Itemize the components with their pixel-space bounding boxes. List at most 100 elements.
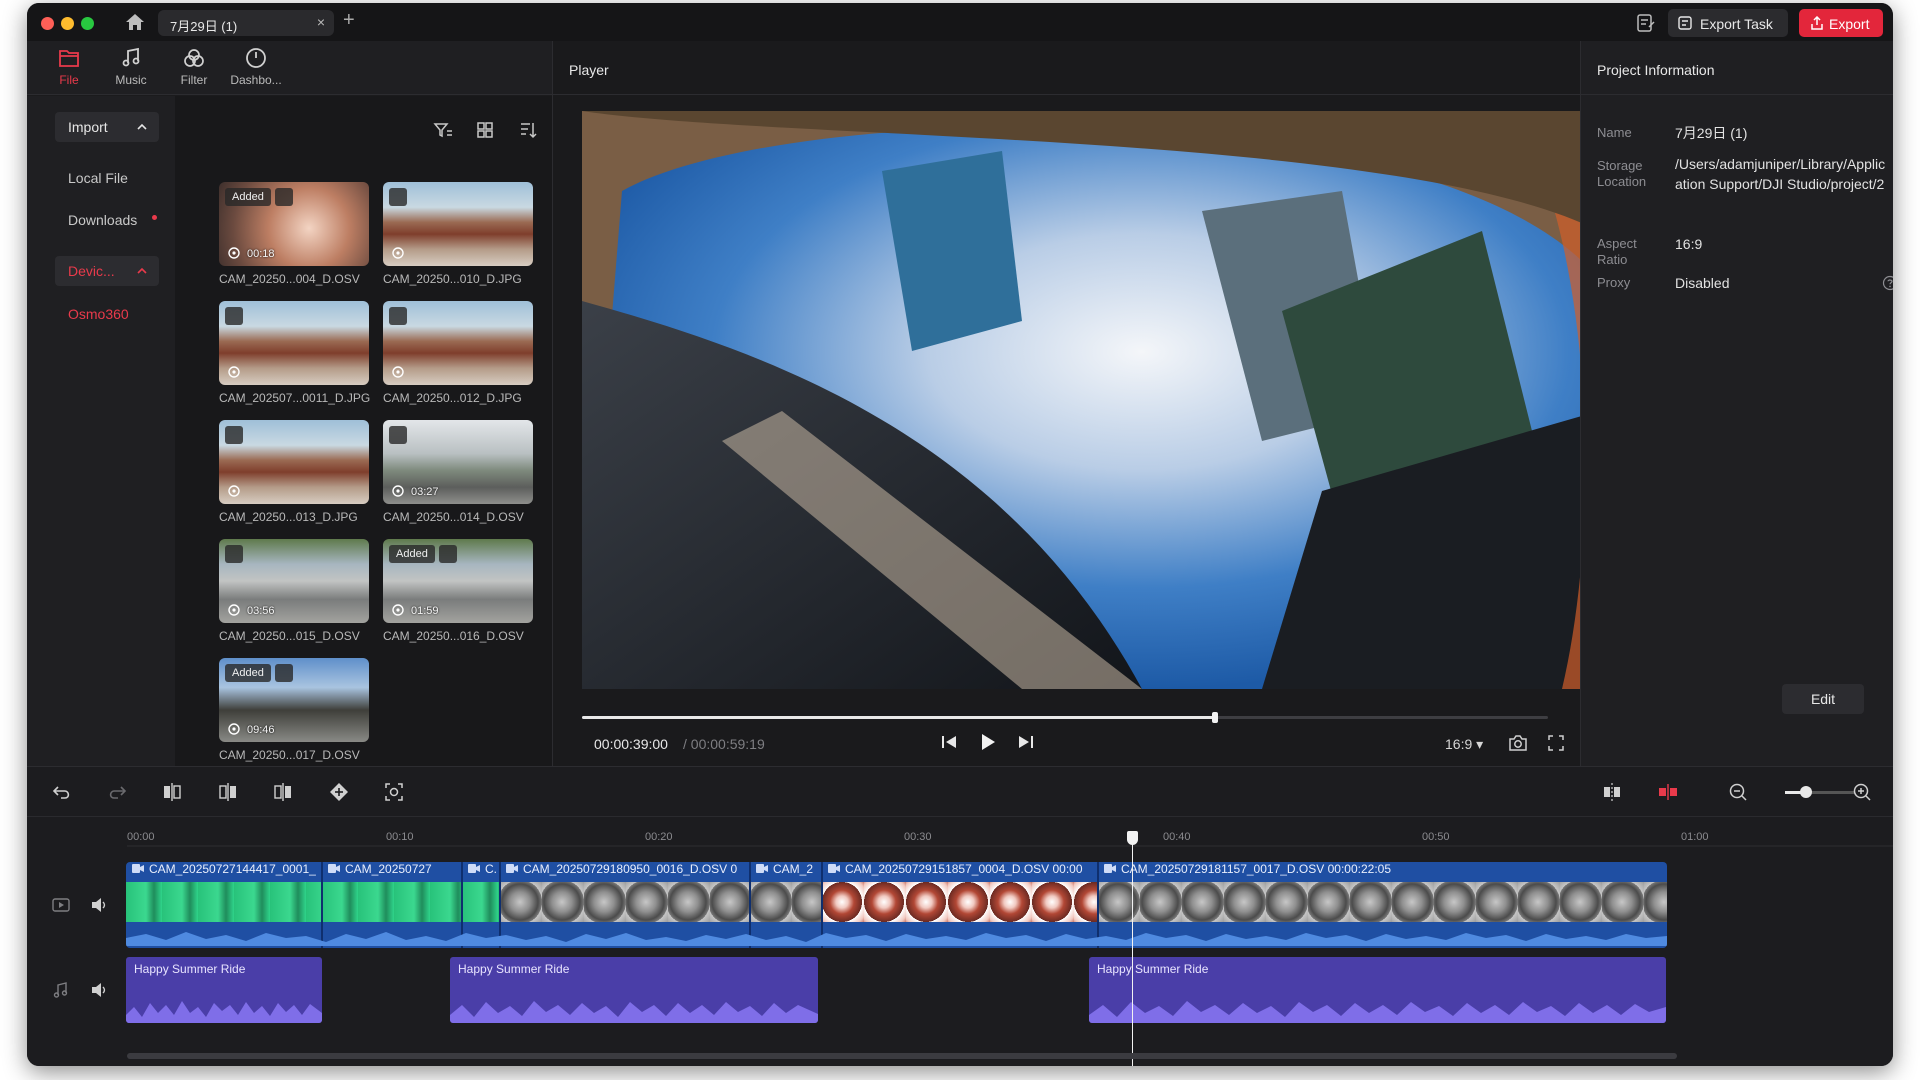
redo-icon[interactable]: [106, 781, 128, 803]
fullscreen-icon[interactable]: [1546, 733, 1566, 753]
speaker-icon[interactable]: [89, 980, 109, 1000]
audio-clip[interactable]: Happy Summer Ride: [1089, 957, 1666, 1023]
snap-icon[interactable]: [1601, 781, 1623, 803]
media-thumb[interactable]: Added 00:18: [219, 182, 369, 266]
notes-icon[interactable]: [1636, 14, 1656, 32]
timeline-horizontal-scrollbar[interactable]: [127, 1053, 1677, 1059]
download-icon[interactable]: [225, 307, 243, 325]
device-dropdown[interactable]: Devic...: [55, 256, 159, 286]
playback-scrubber[interactable]: [582, 712, 1548, 723]
sort-icon[interactable]: [518, 120, 538, 140]
new-tab-button[interactable]: +: [343, 9, 355, 31]
media-thumb[interactable]: [383, 182, 533, 266]
download-icon[interactable]: [275, 188, 293, 206]
clip-camera-icon: [828, 864, 840, 873]
video-preview[interactable]: [582, 111, 1599, 689]
download-icon[interactable]: [225, 426, 243, 444]
undo-icon[interactable]: [51, 781, 73, 803]
home-icon[interactable]: [124, 12, 146, 32]
filter-circles-icon: [184, 49, 204, 67]
ruler-tick: 00:40: [1163, 831, 1191, 843]
play-icon[interactable]: [976, 731, 998, 753]
download-icon[interactable]: [439, 545, 457, 563]
media-filename: CAM_20250...012_D.JPG: [383, 391, 522, 405]
help-icon[interactable]: [1882, 275, 1893, 291]
trim-end-icon[interactable]: [272, 781, 294, 803]
keyframe-icon[interactable]: [328, 781, 350, 803]
download-icon[interactable]: [225, 545, 243, 563]
nav-local-file[interactable]: Local File: [68, 170, 128, 186]
added-badge: Added: [225, 664, 271, 682]
media-thumb[interactable]: 03:27: [383, 420, 533, 504]
zoom-in-icon[interactable]: [1851, 781, 1873, 803]
download-icon[interactable]: [275, 664, 293, 682]
preview-frame-image: [582, 111, 1599, 689]
tab-dashboard[interactable]: Dashbo...: [226, 47, 286, 91]
zoom-slider-handle[interactable]: [1800, 786, 1812, 798]
export-button[interactable]: Export: [1799, 9, 1883, 37]
tab-music[interactable]: Music: [101, 47, 161, 91]
video-clip[interactable]: C.: [468, 862, 500, 882]
tab-close-icon[interactable]: ×: [317, 14, 325, 30]
import-dropdown[interactable]: Import: [55, 112, 159, 142]
link-clips-icon[interactable]: [1657, 781, 1679, 803]
edit-project-button[interactable]: Edit: [1782, 684, 1864, 714]
audio-clip[interactable]: Happy Summer Ride: [450, 957, 818, 1023]
download-icon[interactable]: [389, 307, 407, 325]
reframe-icon[interactable]: [383, 781, 405, 803]
download-icon[interactable]: [389, 426, 407, 444]
edit-project-label: Edit: [1810, 691, 1836, 707]
minimize-window-button[interactable]: [61, 17, 74, 30]
split-icon[interactable]: [217, 781, 239, 803]
audio-clip[interactable]: Happy Summer Ride: [126, 957, 322, 1023]
media-thumb[interactable]: 03:56: [219, 539, 369, 623]
scrubber-progress: [582, 716, 1215, 719]
trim-start-icon[interactable]: [161, 781, 183, 803]
timeline-ruler[interactable]: 00:00 00:10 00:20 00:30 00:40 00:50 01:0…: [127, 821, 1893, 851]
tab-file[interactable]: File: [39, 47, 99, 91]
close-window-button[interactable]: [41, 17, 54, 30]
video-clip[interactable]: CAM_20250727: [328, 862, 462, 882]
device-osmo360[interactable]: Osmo360: [68, 306, 129, 322]
skip-forward-icon[interactable]: [1015, 731, 1037, 753]
aspect-ratio-select[interactable]: 16:9 ▾: [1445, 736, 1483, 753]
download-icon[interactable]: [389, 188, 407, 206]
scrubber-handle[interactable]: [1211, 712, 1218, 723]
zoom-out-icon[interactable]: [1727, 781, 1749, 803]
skip-back-icon[interactable]: [938, 731, 960, 753]
app-window: 7月29日 (1) × + Export Task Export File Mu…: [27, 3, 1893, 1066]
ruler-tick: 00:00: [127, 831, 155, 843]
video-track[interactable]: CAM_20250727144417_0001_ CAM_20250727 C.…: [126, 862, 1667, 948]
video-clip[interactable]: CAM_20250729180950_0016_D.OSV 0: [506, 862, 750, 882]
ruler-tick: 01:00: [1681, 831, 1709, 843]
timeline-panel: 00:00 00:10 00:20 00:30 00:40 00:50 01:0…: [27, 766, 1893, 1066]
video360-icon: [228, 604, 240, 616]
ruler-tick: 00:20: [645, 831, 673, 843]
media-thumb[interactable]: Added 09:46: [219, 658, 369, 742]
media-filename: CAM_20250...014_D.OSV: [383, 510, 524, 524]
export-task-button[interactable]: Export Task: [1668, 9, 1788, 37]
clip-thumbnail-strip: [1098, 882, 1667, 922]
zoom-window-button[interactable]: [81, 17, 94, 30]
clip-camera-icon: [756, 864, 768, 873]
nav-downloads[interactable]: Downloads: [68, 212, 137, 228]
media-thumb[interactable]: Added 01:59: [383, 539, 533, 623]
added-badge: Added: [389, 545, 435, 563]
video-clip[interactable]: CAM_20250729151857_0004_D.OSV 00:00: [828, 862, 1098, 882]
grid-view-icon[interactable]: [475, 120, 495, 140]
tab-filter[interactable]: Filter: [164, 47, 224, 91]
camera-snapshot-icon[interactable]: [1508, 733, 1528, 753]
media-thumb[interactable]: [219, 301, 369, 385]
speaker-icon[interactable]: [89, 895, 109, 915]
playhead-handle[interactable]: [1127, 831, 1138, 845]
export-task-label: Export Task: [1700, 16, 1773, 32]
zoom-slider[interactable]: [1785, 786, 1855, 798]
video-clip[interactable]: CAM_20250729181157_0017_D.OSV 00:00:22:0…: [1104, 862, 1664, 882]
project-tab[interactable]: 7月29日 (1) ×: [158, 10, 334, 36]
video-clip[interactable]: CAM_20250727144417_0001_: [132, 862, 322, 882]
media-thumb[interactable]: [383, 301, 533, 385]
video360-icon: [228, 247, 240, 259]
filter-funnel-icon[interactable]: [433, 120, 453, 140]
media-thumb[interactable]: [219, 420, 369, 504]
video-clip[interactable]: CAM_2: [756, 862, 822, 882]
